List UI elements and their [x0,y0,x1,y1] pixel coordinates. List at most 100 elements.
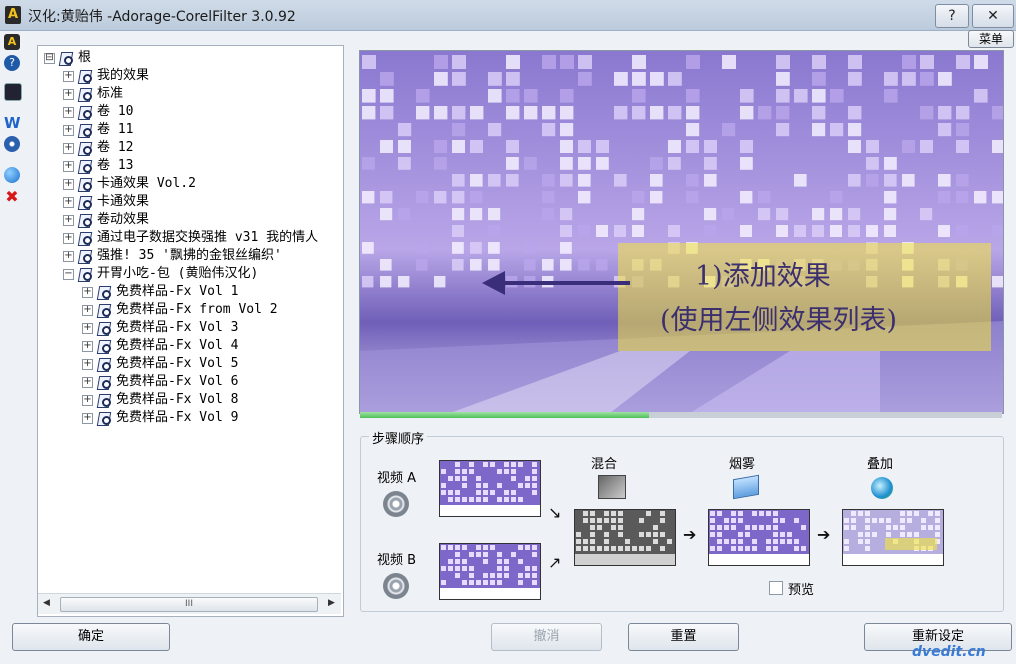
preview-caption-line2: (使用左侧效果列表) [660,305,898,336]
effect-set-icon [77,195,93,210]
display-icon[interactable] [4,83,22,101]
overlay-label: 叠加 [867,457,894,472]
tree-expander-icon[interactable]: + [63,233,74,244]
step-sequence-legend: 步骤顺序 [369,428,428,447]
effect-set-icon [77,249,93,264]
tree-item-label: 免费样品-Fx Vol 9 [116,410,239,425]
video-a-label: 视频 A [377,471,417,486]
preview-checkbox-label: 预览 [788,583,815,598]
fog-thumbnail[interactable] [708,509,810,566]
overlay-icon[interactable] [871,477,893,499]
scroll-left-arrow[interactable]: ◀ [43,598,50,608]
tree-expander-icon[interactable]: + [82,377,93,388]
close-button[interactable]: ✕ [972,4,1014,28]
mix-icon[interactable] [598,475,626,499]
tree-expander-icon[interactable]: + [63,161,74,172]
w-icon[interactable]: W [4,115,21,131]
film-reel-b-icon[interactable] [383,573,409,599]
effect-set-icon [96,321,112,336]
adorage-logo-icon[interactable]: A [4,34,20,50]
effect-set-icon [77,267,93,282]
tree-item-label: 免费样品-Fx from Vol 2 [116,302,278,317]
effect-set-icon [96,357,112,372]
effect-set-icon [77,69,93,84]
tree-expander-icon[interactable]: − [63,269,74,280]
render-progress-bar [360,412,1002,418]
effect-set-icon [77,141,93,156]
render-progress-fill [360,412,649,418]
tree-expander-icon[interactable]: + [63,71,74,82]
tree-expander-icon[interactable]: + [63,125,74,136]
tree-expander-icon[interactable]: + [63,197,74,208]
tree-horizontal-scrollbar[interactable]: ◀ III ▶ [38,593,341,614]
effects-tree[interactable]: ⊟ 根 + 我的效果 + 标准 + 卷 10 + 卷 11 + 卷 12 + 卷 13 + 卡通效果 Vol.… [37,45,344,617]
title-bar: A 汉化:黄贻伟 -Adorage-CorelFilter 3.0.92 ? ✕ [0,0,1016,31]
left-toolbar: A ? W ✖ [0,31,24,631]
tree-item-label: 根 [78,50,92,65]
tree-item-label: 免费样品-Fx Vol 5 [116,356,239,371]
help-button[interactable]: ? [935,4,969,28]
tree-expander-icon[interactable]: + [82,395,93,406]
tree-expander-icon[interactable]: + [63,107,74,118]
tree-expander-icon[interactable]: + [63,215,74,226]
delete-icon[interactable]: ✖ [4,189,20,205]
tree-item-label: 免费样品-Fx Vol 3 [116,320,239,335]
video-b-image [440,544,540,599]
globe-icon[interactable] [4,167,20,183]
scroll-right-arrow[interactable]: ▶ [328,598,335,608]
overlay-image [843,510,943,565]
tree-expander-icon[interactable]: + [63,143,74,154]
menu-button[interactable]: 菜单 [968,30,1014,48]
overlay-thumbnail[interactable] [842,509,944,566]
tree-expander-icon[interactable]: + [82,287,93,298]
tree-item-label: 我的效果 [97,68,150,83]
effect-set-icon [77,213,93,228]
effect-set-icon [77,105,93,120]
tree-item-label: 卷 13 [97,158,134,173]
video-b-thumbnail[interactable] [439,543,541,600]
tree-expander-icon[interactable]: ⊟ [44,53,55,64]
tree-item-label: 免费样品-Fx Vol 6 [116,374,239,389]
step-sequence-panel: 步骤顺序 视频 A 视频 B ↘ ↗ 混合 ➔ 烟雾 ➔ 叠加 预览 [360,428,1004,612]
mix-thumbnail[interactable] [574,509,676,566]
scroll-thumb[interactable]: III [60,597,318,612]
tree-expander-icon[interactable]: + [82,341,93,352]
effect-set-icon [96,303,112,318]
arrow-fog-to-overlay-icon: ➔ [817,525,831,544]
tree-item-label: 强推! 35 '飘拂的金银丝编织' [97,248,282,263]
effect-set-icon [77,231,93,246]
fog-icon[interactable] [733,474,759,500]
tree-item-label: 免费样品-Fx Vol 1 [116,284,239,299]
effect-set-icon [96,393,112,408]
tree-expander-icon[interactable]: + [82,359,93,370]
tree-expander-icon[interactable]: + [82,413,93,424]
fog-label: 烟雾 [729,457,756,472]
tree-item-label: 标准 [97,86,124,101]
reset-button[interactable]: 重置 [628,623,739,651]
ok-button[interactable]: 确定 [12,623,170,651]
effect-set-icon [96,339,112,354]
tree-expander-icon[interactable]: + [82,323,93,334]
effect-set-icon [77,177,93,192]
effect-set-icon [96,375,112,390]
settings-icon[interactable] [4,136,20,152]
effect-preview: 1)添加效果 (使用左侧效果列表) [359,50,1004,414]
cancel-button[interactable]: 撤消 [491,623,602,651]
tree-item-label: 卷 10 [97,104,134,119]
tree-expander-icon[interactable]: + [63,179,74,190]
tree-item-label: 卷动效果 [97,212,150,227]
tree-expander-icon[interactable]: + [63,251,74,262]
arrow-mix-to-fog-icon: ➔ [683,525,697,544]
tree-expander-icon[interactable]: + [63,89,74,100]
video-b-label: 视频 B [377,553,417,568]
effect-set-icon [77,87,93,102]
help-icon[interactable]: ? [4,55,20,71]
tree-item-label: 免费样品-Fx Vol 4 [116,338,239,353]
tree-item-label: 卡通效果 [97,194,150,209]
window-title: 汉化:黄贻伟 -Adorage-CorelFilter 3.0.92 [28,9,296,25]
film-reel-a-icon[interactable] [383,491,409,517]
effect-set-icon [96,285,112,300]
tree-expander-icon[interactable]: + [82,305,93,316]
preview-checkbox[interactable] [769,581,783,595]
video-a-thumbnail[interactable] [439,460,541,517]
